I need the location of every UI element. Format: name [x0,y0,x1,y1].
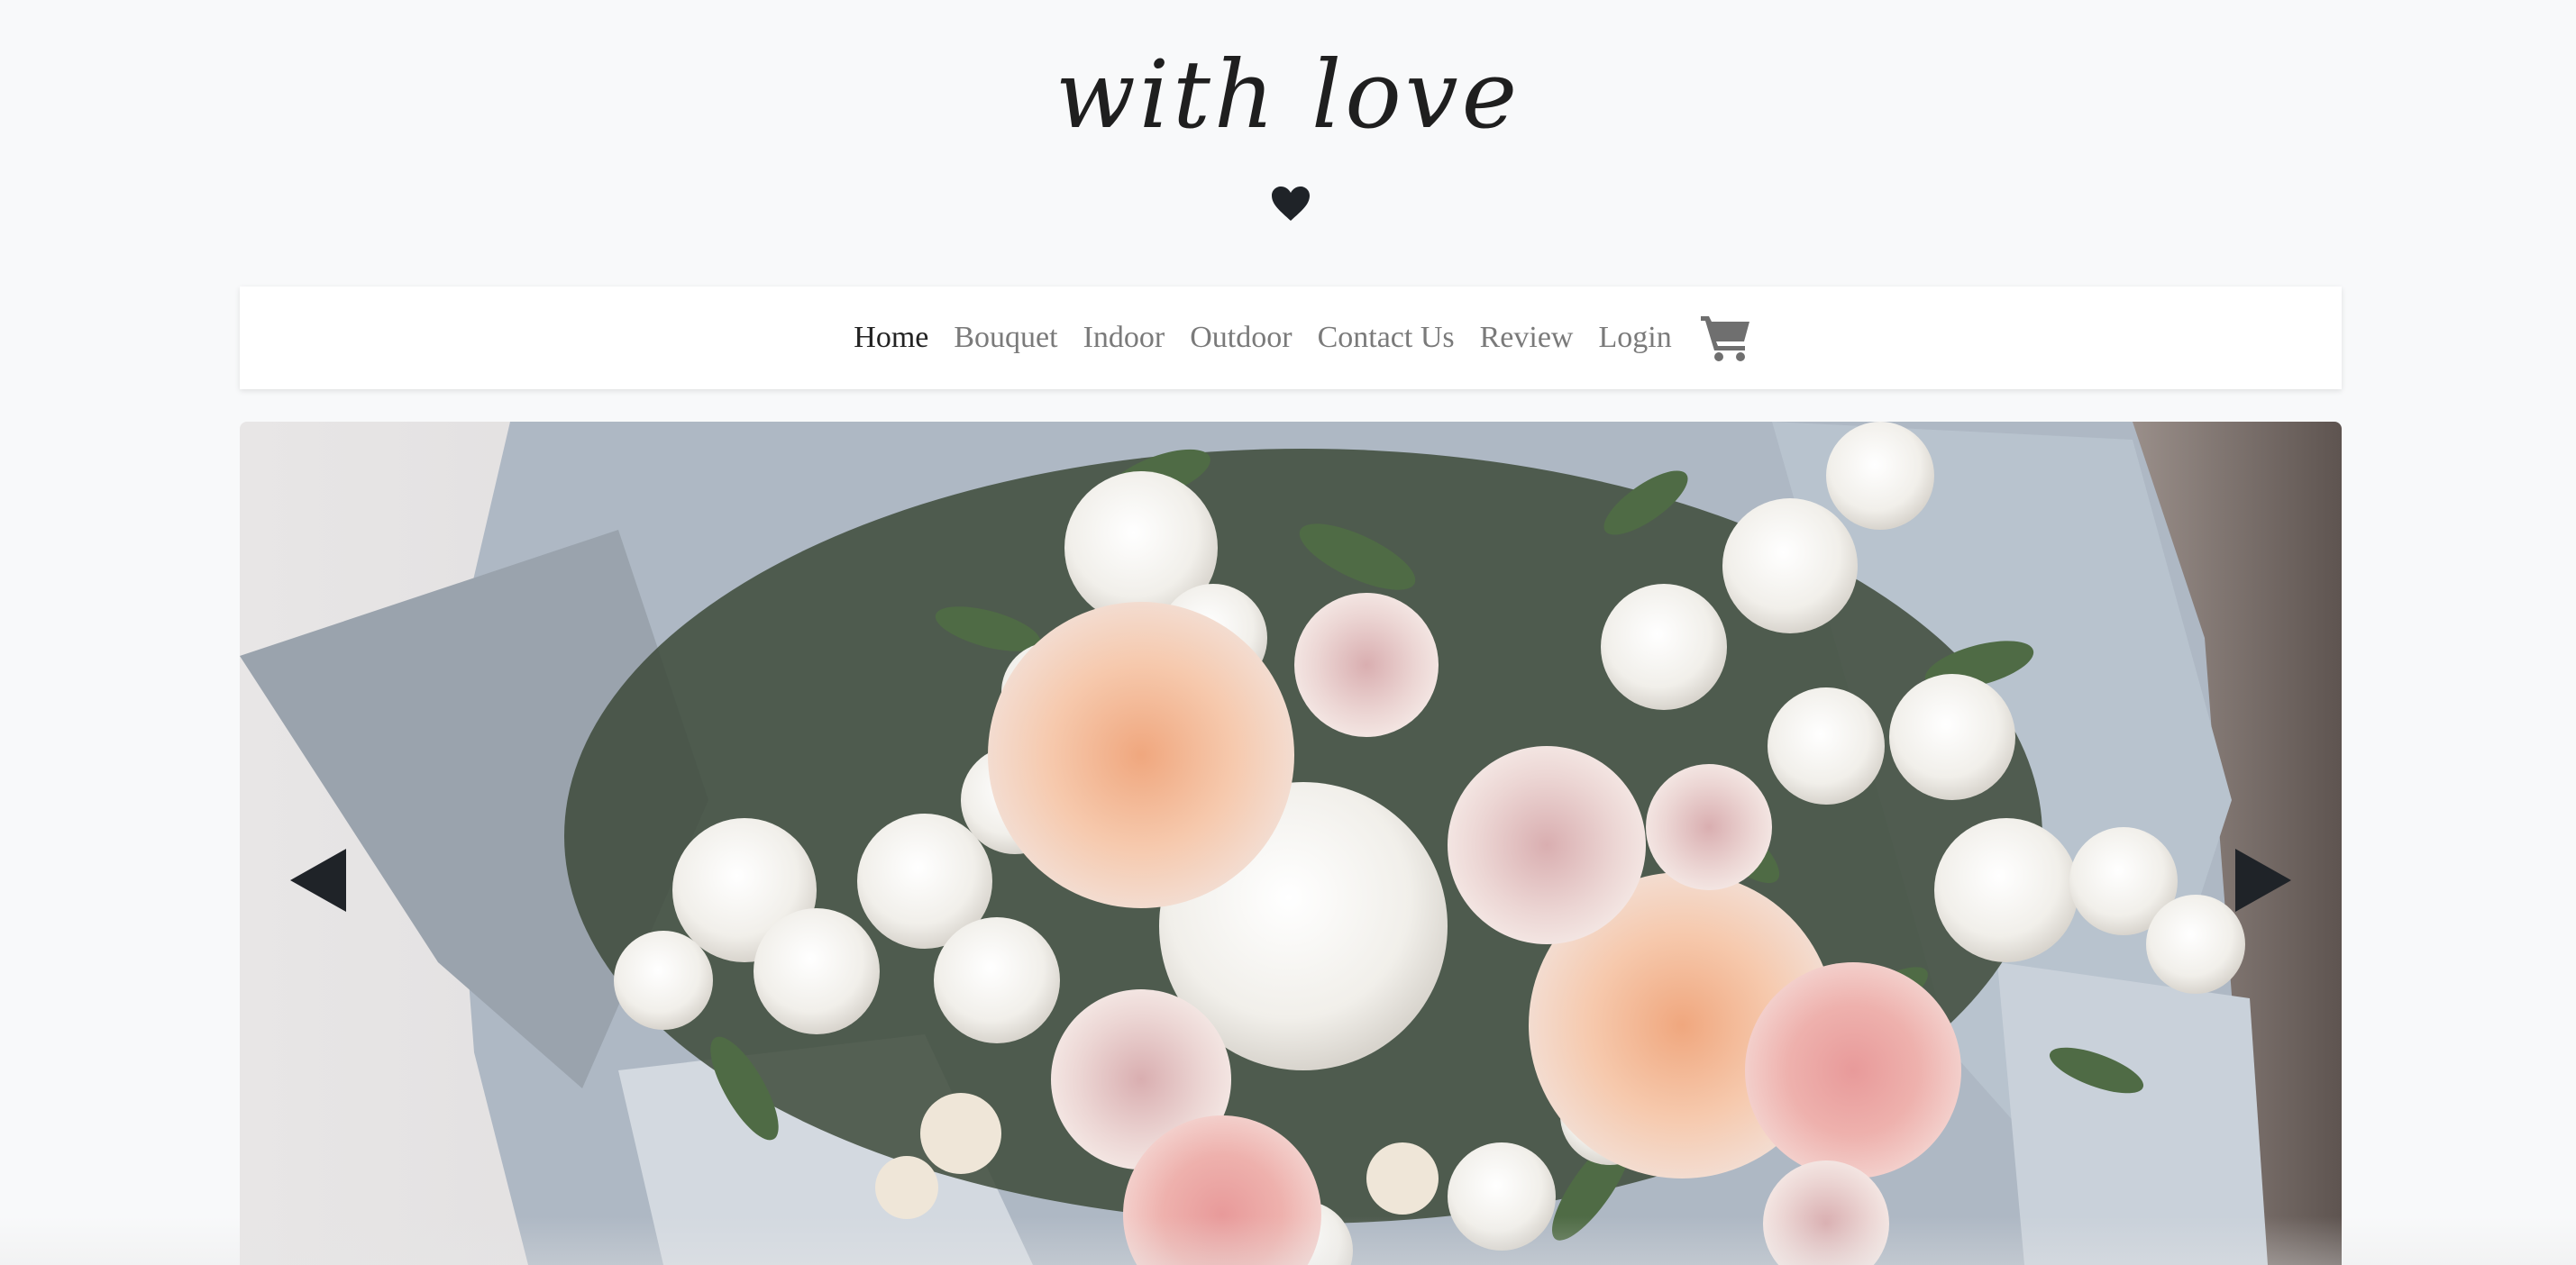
heart-icon [1272,187,1310,221]
nav-link-indoor[interactable]: Indoor [1071,315,1178,360]
nav-link-outdoor[interactable]: Outdoor [1177,315,1304,360]
brand-logo-text[interactable]: with love [0,27,2576,162]
triangle-left-icon[interactable] [290,849,346,912]
bouquet-photo [240,422,2342,1265]
nav-list: Home Bouquet Indoor Outdoor Contact Us R… [841,313,1752,363]
triangle-right-icon[interactable] [2235,849,2291,912]
nav-link-bouquet[interactable]: Bouquet [941,315,1070,360]
nav-link-contact-us[interactable]: Contact Us [1305,315,1467,360]
shopping-cart-icon[interactable] [1699,313,1753,363]
nav-link-home[interactable]: Home [841,315,941,360]
nav-link-login[interactable]: Login [1585,315,1684,360]
main-navbar: Home Bouquet Indoor Outdoor Contact Us R… [240,287,2342,389]
nav-link-review[interactable]: Review [1467,315,1586,360]
hero-carousel [240,422,2342,1265]
